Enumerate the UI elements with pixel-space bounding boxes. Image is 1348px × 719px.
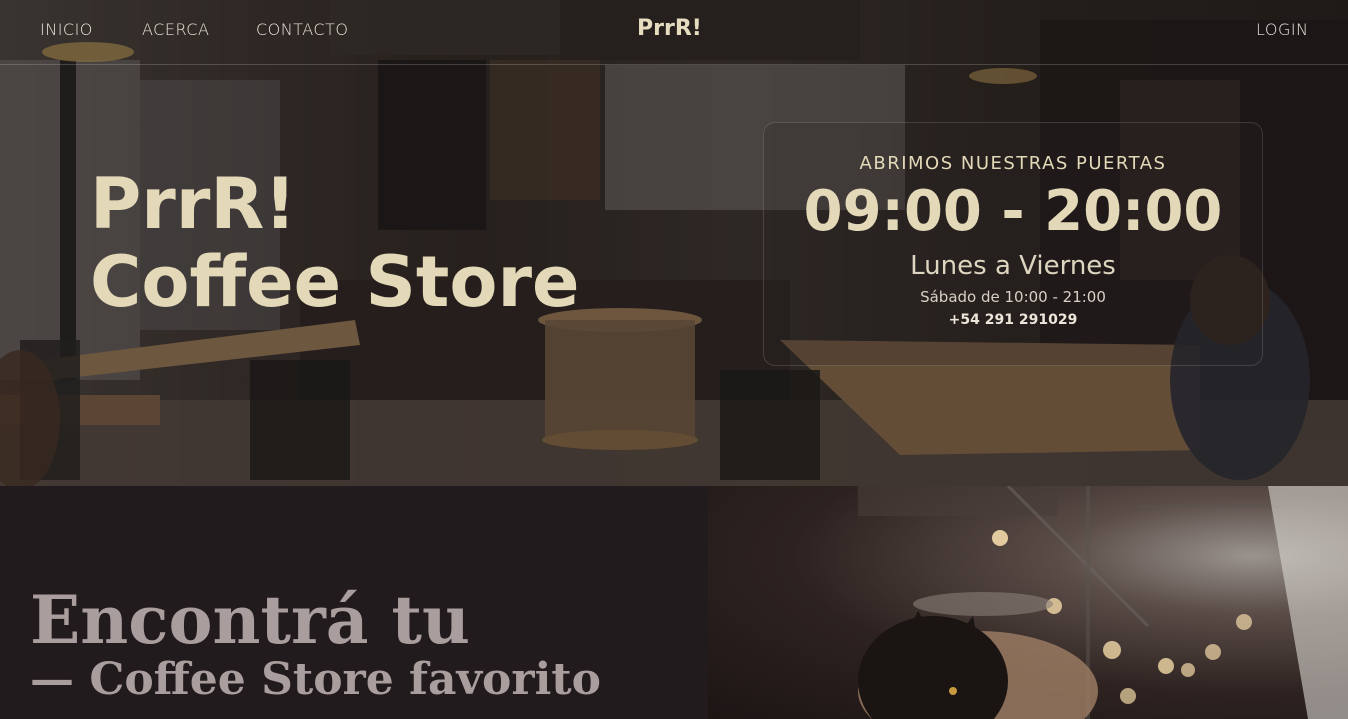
hero-banner: INICIO ACERCA CONTACTO PrrR! LOGIN PrrR!…: [0, 0, 1348, 486]
opening-hours-card: ABRIMOS NUESTRAS PUERTAS 09:00 - 20:00 L…: [763, 122, 1263, 366]
cat-photo-graphic: [858, 486, 1348, 719]
nav-link-acerca[interactable]: ACERCA: [142, 20, 209, 39]
hours-time: 09:00 - 20:00: [803, 179, 1223, 244]
favorite-store-section: Encontrá tu — Coffee Store favorito: [0, 486, 708, 719]
hero-title-line-1: PrrR!: [90, 163, 297, 245]
nav-link-contacto[interactable]: CONTACTO: [256, 20, 348, 39]
contact-phone[interactable]: +54 291 291029: [764, 312, 1262, 328]
section-title: Encontrá tu: [30, 581, 470, 659]
brand-logo[interactable]: PrrR!: [637, 16, 702, 41]
section-subtitle: — Coffee Store favorito: [30, 654, 601, 705]
hero-title-line-2: Coffee Store: [90, 241, 580, 323]
nav-link-inicio[interactable]: INICIO: [40, 20, 93, 39]
hero-title: PrrR! Coffee Store: [90, 165, 579, 321]
top-navigation: INICIO ACERCA CONTACTO PrrR! LOGIN: [0, 0, 1348, 65]
cat-cafe-image: [708, 486, 1348, 719]
hours-days: Lunes a Viernes: [910, 251, 1116, 281]
hours-heading: ABRIMOS NUESTRAS PUERTAS: [859, 153, 1167, 174]
login-link[interactable]: LOGIN: [1256, 20, 1309, 39]
hours-saturday: Sábado de 10:00 - 21:00: [920, 288, 1106, 306]
